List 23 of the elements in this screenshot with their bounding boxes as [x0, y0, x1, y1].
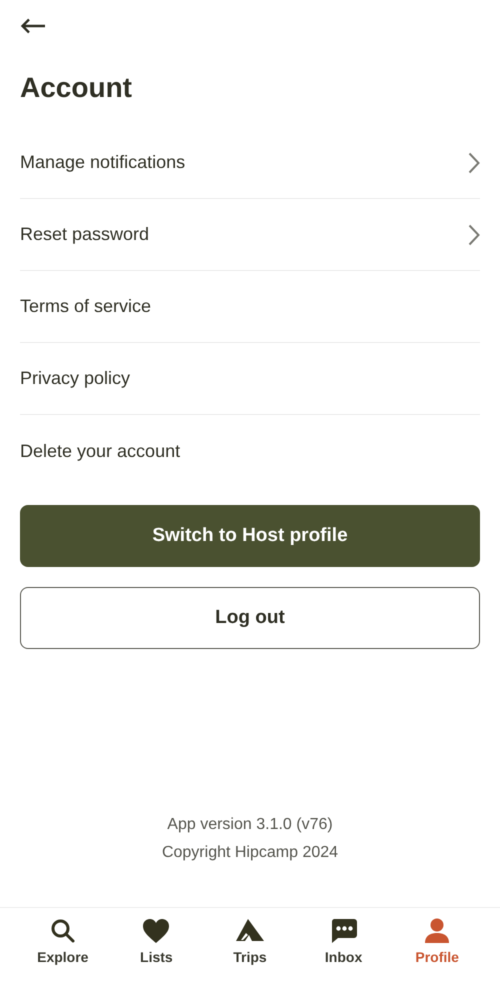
menu-item[interactable]: Privacy policy: [20, 343, 480, 415]
chat-icon: [330, 918, 358, 944]
nav-tab[interactable]: Lists: [121, 918, 192, 968]
nav-tab[interactable]: Trips: [214, 918, 285, 968]
menu-item[interactable]: Delete your account: [20, 415, 480, 487]
person-icon: [424, 918, 450, 944]
switch-profile-button[interactable]: Switch to Host profile: [20, 505, 480, 567]
nav-tab[interactable]: Inbox: [308, 918, 379, 968]
search-icon: [50, 918, 76, 944]
log-out-button[interactable]: Log out: [20, 587, 480, 649]
footer-text: App version 3.1.0 (v76): [167, 815, 333, 835]
heart-icon: [142, 918, 170, 944]
menu-item[interactable]: Terms of service: [20, 271, 480, 343]
footer-text: Copyright Hipcamp 2024: [162, 843, 338, 863]
menu-item[interactable]: Reset password: [20, 199, 480, 271]
nav-tab[interactable]: Explore: [28, 918, 98, 968]
chevron-right-icon: [468, 152, 480, 174]
nav-tab[interactable]: Profile: [402, 918, 472, 968]
tent-icon: [234, 918, 265, 942]
chevron-right-icon: [468, 224, 480, 246]
page-title: Account: [19, 74, 133, 102]
back-arrow-icon: [20, 18, 46, 34]
menu-item[interactable]: Manage notifications: [20, 127, 480, 199]
